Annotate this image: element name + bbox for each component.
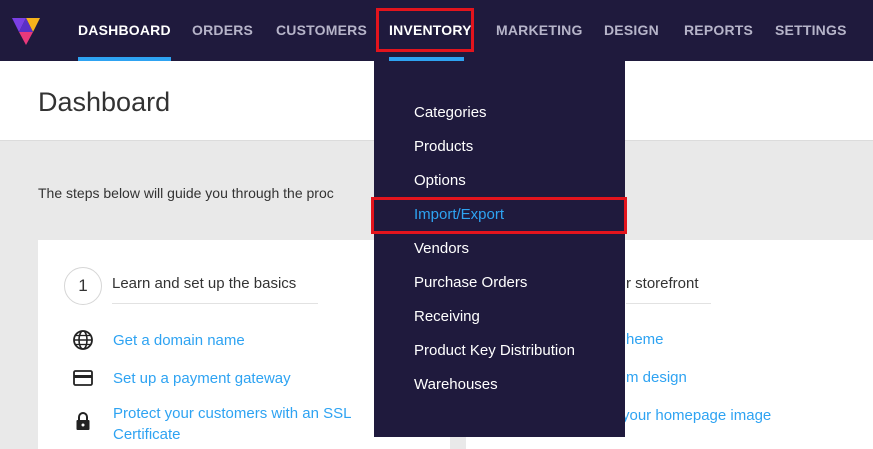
menu-item-options[interactable]: Options	[414, 172, 466, 189]
menu-item-vendors[interactable]: Vendors	[414, 240, 469, 257]
storefront-step-title: r storefront	[626, 275, 699, 292]
nav-design[interactable]: DESIGN	[604, 0, 659, 61]
homepage-image-link[interactable]: your homepage image	[622, 407, 771, 424]
lock-icon	[76, 412, 90, 430]
get-domain-link[interactable]: Get a domain name	[113, 330, 245, 351]
step-title: Learn and set up the basics	[112, 275, 297, 292]
theme-link[interactable]: heme	[626, 331, 664, 348]
divider	[112, 303, 318, 304]
divider	[626, 303, 711, 304]
menu-item-product-key-distribution[interactable]: Product Key Distribution	[414, 342, 575, 359]
menu-item-categories[interactable]: Categories	[414, 104, 487, 121]
nav-customers[interactable]: CUSTOMERS	[276, 0, 367, 61]
custom-design-link[interactable]: m design	[626, 369, 687, 386]
menu-item-warehouses[interactable]: Warehouses	[414, 376, 498, 393]
import-export-highlight-box	[371, 197, 627, 234]
page-title: Dashboard	[38, 87, 171, 117]
ssl-certificate-link-line2[interactable]: Certificate	[113, 424, 181, 445]
inventory-highlight-box	[376, 8, 474, 52]
menu-item-purchase-orders[interactable]: Purchase Orders	[414, 274, 527, 291]
nav-marketing[interactable]: MARKETING	[496, 0, 583, 61]
step-number-badge: 1	[64, 267, 102, 305]
nav-settings[interactable]: SETTINGS	[775, 0, 847, 61]
menu-item-products[interactable]: Products	[414, 138, 473, 155]
nav-orders[interactable]: ORDERS	[192, 0, 253, 61]
nav-reports[interactable]: REPORTS	[684, 0, 753, 61]
globe-icon	[73, 330, 93, 350]
payment-gateway-link[interactable]: Set up a payment gateway	[113, 368, 291, 389]
brand-logo-icon[interactable]	[10, 14, 42, 48]
credit-card-icon	[73, 370, 93, 386]
menu-item-receiving[interactable]: Receiving	[414, 308, 480, 325]
inventory-dropdown-menu: Categories Products Options Import/Expor…	[374, 61, 625, 437]
ssl-certificate-link[interactable]: Protect your customers with an SSL	[113, 403, 351, 424]
intro-text: The steps below will guide you through t…	[38, 185, 334, 201]
nav-dashboard[interactable]: DASHBOARD	[78, 0, 171, 61]
